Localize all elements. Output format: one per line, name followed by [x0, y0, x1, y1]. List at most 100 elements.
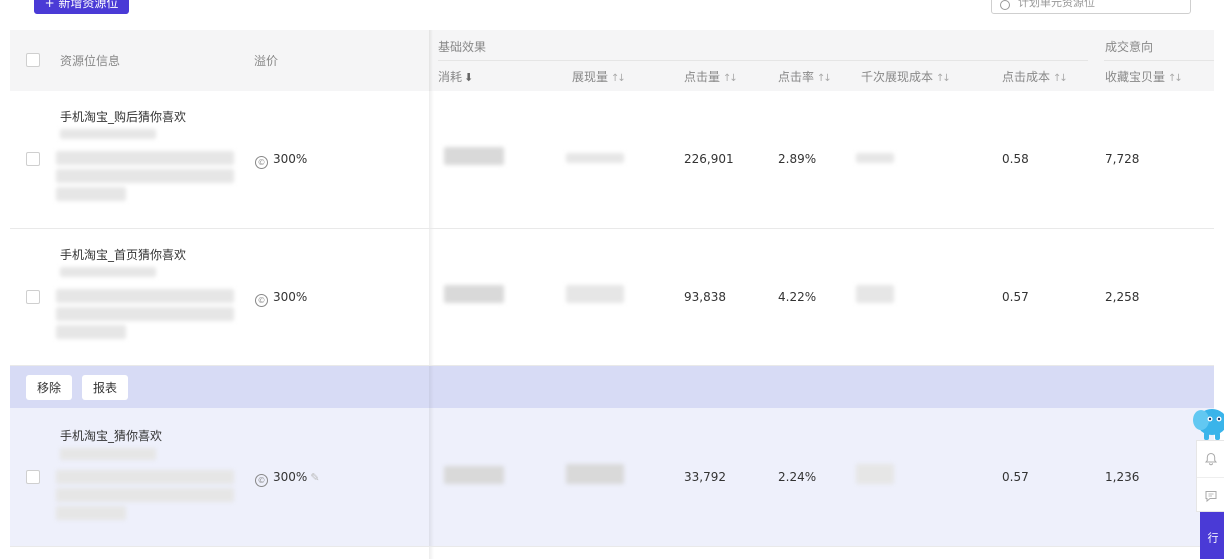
- side-tab[interactable]: 行: [1200, 512, 1224, 559]
- premium-value: © 300% ✎: [255, 470, 320, 487]
- group-divider: [438, 60, 1088, 61]
- row-checkbox[interactable]: [26, 152, 40, 166]
- blurred-cpm: [856, 153, 894, 163]
- header-clicks-label: 点击量: [684, 70, 721, 84]
- coin-icon: ©: [255, 156, 268, 169]
- search-icon: [1000, 0, 1010, 10]
- premium-text: 300%: [273, 470, 308, 484]
- header-group-conversion: 成交意向: [1105, 40, 1154, 54]
- blurred-cpm: [856, 464, 894, 484]
- premium-value: © 300%: [255, 290, 307, 307]
- blurred-text: [56, 506, 126, 520]
- ctr-value: 4.22%: [778, 290, 817, 304]
- table-row: 手机淘宝_购后猜你喜欢 © 300% 226,901 2.89% 0.58 7,7…: [10, 91, 1214, 229]
- header-ctr-label: 点击率: [778, 70, 815, 84]
- blurred-cost: [444, 466, 504, 484]
- search-placeholder: 计划单元资源位: [1018, 0, 1095, 9]
- report-button[interactable]: 报表: [82, 375, 129, 400]
- sort-icon[interactable]: ↑↓: [1168, 73, 1183, 84]
- header-impressions[interactable]: 展现量 ↑↓: [572, 68, 626, 85]
- blurred-impressions: [566, 285, 624, 303]
- blurred-text: [60, 267, 156, 277]
- cpc-value: 0.57: [1002, 290, 1029, 304]
- search-input[interactable]: 计划单元资源位: [991, 0, 1191, 14]
- clicks-value: 93,838: [684, 290, 726, 304]
- bell-icon[interactable]: [1197, 441, 1224, 477]
- sort-icon[interactable]: ↑↓: [611, 73, 626, 84]
- sort-icon[interactable]: ↑↓: [723, 73, 738, 84]
- sort-icon[interactable]: ↑↓: [936, 73, 951, 84]
- premium-text: 300%: [273, 290, 308, 304]
- row-checkbox[interactable]: [26, 470, 40, 484]
- resource-name: 手机淘宝_首页猜你喜欢: [60, 248, 187, 262]
- table-header: 资源位信息 溢价 基础效果 成交意向 消耗 ⬇ 展现量 ↑↓ 点击量 ↑↓ 点击率 ↑↓…: [10, 30, 1214, 91]
- row-checkbox[interactable]: [26, 290, 40, 304]
- ctr-value: 2.24%: [778, 470, 817, 484]
- blurred-cpm: [856, 285, 894, 303]
- favorites-value: 1,236: [1105, 470, 1140, 484]
- remove-button[interactable]: 移除: [26, 375, 73, 400]
- header-group-basic: 基础效果: [438, 40, 487, 54]
- fixed-column-shadow: [429, 91, 434, 228]
- blurred-impressions: [566, 153, 624, 163]
- clicks-value: 33,792: [684, 470, 726, 484]
- table-row: [10, 547, 1214, 559]
- mascot-icon[interactable]: [1192, 404, 1224, 444]
- fixed-column-shadow: [429, 366, 434, 408]
- blurred-text: [56, 488, 234, 502]
- table-row: 手机淘宝_猜你喜欢 © 300% ✎ 33,792 2.24% 0.57 1,236: [10, 408, 1214, 547]
- header-cpc-label: 点击成本: [1002, 70, 1051, 84]
- premium-text: 300%: [273, 152, 308, 166]
- fixed-column-divider: [429, 30, 433, 91]
- header-cpm[interactable]: 千次展现成本 ↑↓: [861, 68, 951, 85]
- blurred-text: [60, 129, 156, 139]
- favorites-value: 7,728: [1105, 152, 1140, 166]
- pencil-icon[interactable]: ✎: [310, 471, 319, 484]
- add-resource-button[interactable]: + 新增资源位: [34, 0, 129, 14]
- fixed-column-shadow: [429, 408, 434, 546]
- premium-value: © 300%: [255, 152, 307, 169]
- blurred-cost: [444, 285, 504, 303]
- header-resource-info: 资源位信息: [60, 54, 121, 68]
- blurred-text: [56, 289, 234, 303]
- ctr-value: 2.89%: [778, 152, 817, 166]
- blurred-text: [56, 470, 234, 484]
- header-clicks[interactable]: 点击量 ↑↓: [684, 68, 738, 85]
- favorites-value: 2,258: [1105, 290, 1140, 304]
- table-row: 手机淘宝_首页猜你喜欢 © 300% 93,838 4.22% 0.57 2,25…: [10, 229, 1214, 366]
- blurred-impressions: [566, 464, 624, 484]
- header-cost[interactable]: 消耗 ⬇: [438, 68, 473, 85]
- fixed-column-shadow: [429, 547, 434, 559]
- header-premium: 溢价: [254, 54, 279, 68]
- sort-icon[interactable]: ↑↓: [1053, 73, 1068, 84]
- blurred-text: [56, 325, 126, 339]
- select-all-checkbox[interactable]: [26, 53, 40, 67]
- coin-icon: ©: [255, 474, 268, 487]
- blurred-text: [56, 169, 234, 183]
- page: + 新增资源位 计划单元资源位 资源位信息 溢价 基础效果 成交意向 消耗 ⬇ 展…: [0, 0, 1224, 559]
- blurred-cost: [444, 147, 504, 165]
- header-ctr[interactable]: 点击率 ↑↓: [778, 68, 832, 85]
- header-cpc[interactable]: 点击成本 ↑↓: [1002, 68, 1068, 85]
- floating-panel: [1196, 440, 1224, 512]
- cpc-value: 0.57: [1002, 470, 1029, 484]
- group-divider: [1104, 60, 1214, 61]
- coin-icon: ©: [255, 294, 268, 307]
- fixed-column-shadow: [429, 229, 434, 365]
- header-impressions-label: 展现量: [572, 70, 609, 84]
- header-cost-label: 消耗: [438, 70, 463, 84]
- blurred-text: [60, 448, 156, 460]
- row-action-bar: 移除 报表: [10, 366, 1214, 408]
- blurred-text: [56, 151, 234, 165]
- chat-icon[interactable]: [1197, 477, 1224, 513]
- blurred-text: [56, 187, 126, 201]
- header-favorites[interactable]: 收藏宝贝量 ↑↓: [1105, 68, 1183, 85]
- header-cpm-label: 千次展现成本: [861, 70, 934, 84]
- header-favorites-label: 收藏宝贝量: [1105, 70, 1166, 84]
- blurred-text: [56, 307, 234, 321]
- cpc-value: 0.58: [1002, 152, 1029, 166]
- resource-name: 手机淘宝_购后猜你喜欢: [60, 110, 187, 124]
- resource-name: 手机淘宝_猜你喜欢: [60, 429, 163, 443]
- sort-icon[interactable]: ↑↓: [817, 73, 832, 84]
- sort-desc-icon[interactable]: ⬇: [464, 71, 473, 84]
